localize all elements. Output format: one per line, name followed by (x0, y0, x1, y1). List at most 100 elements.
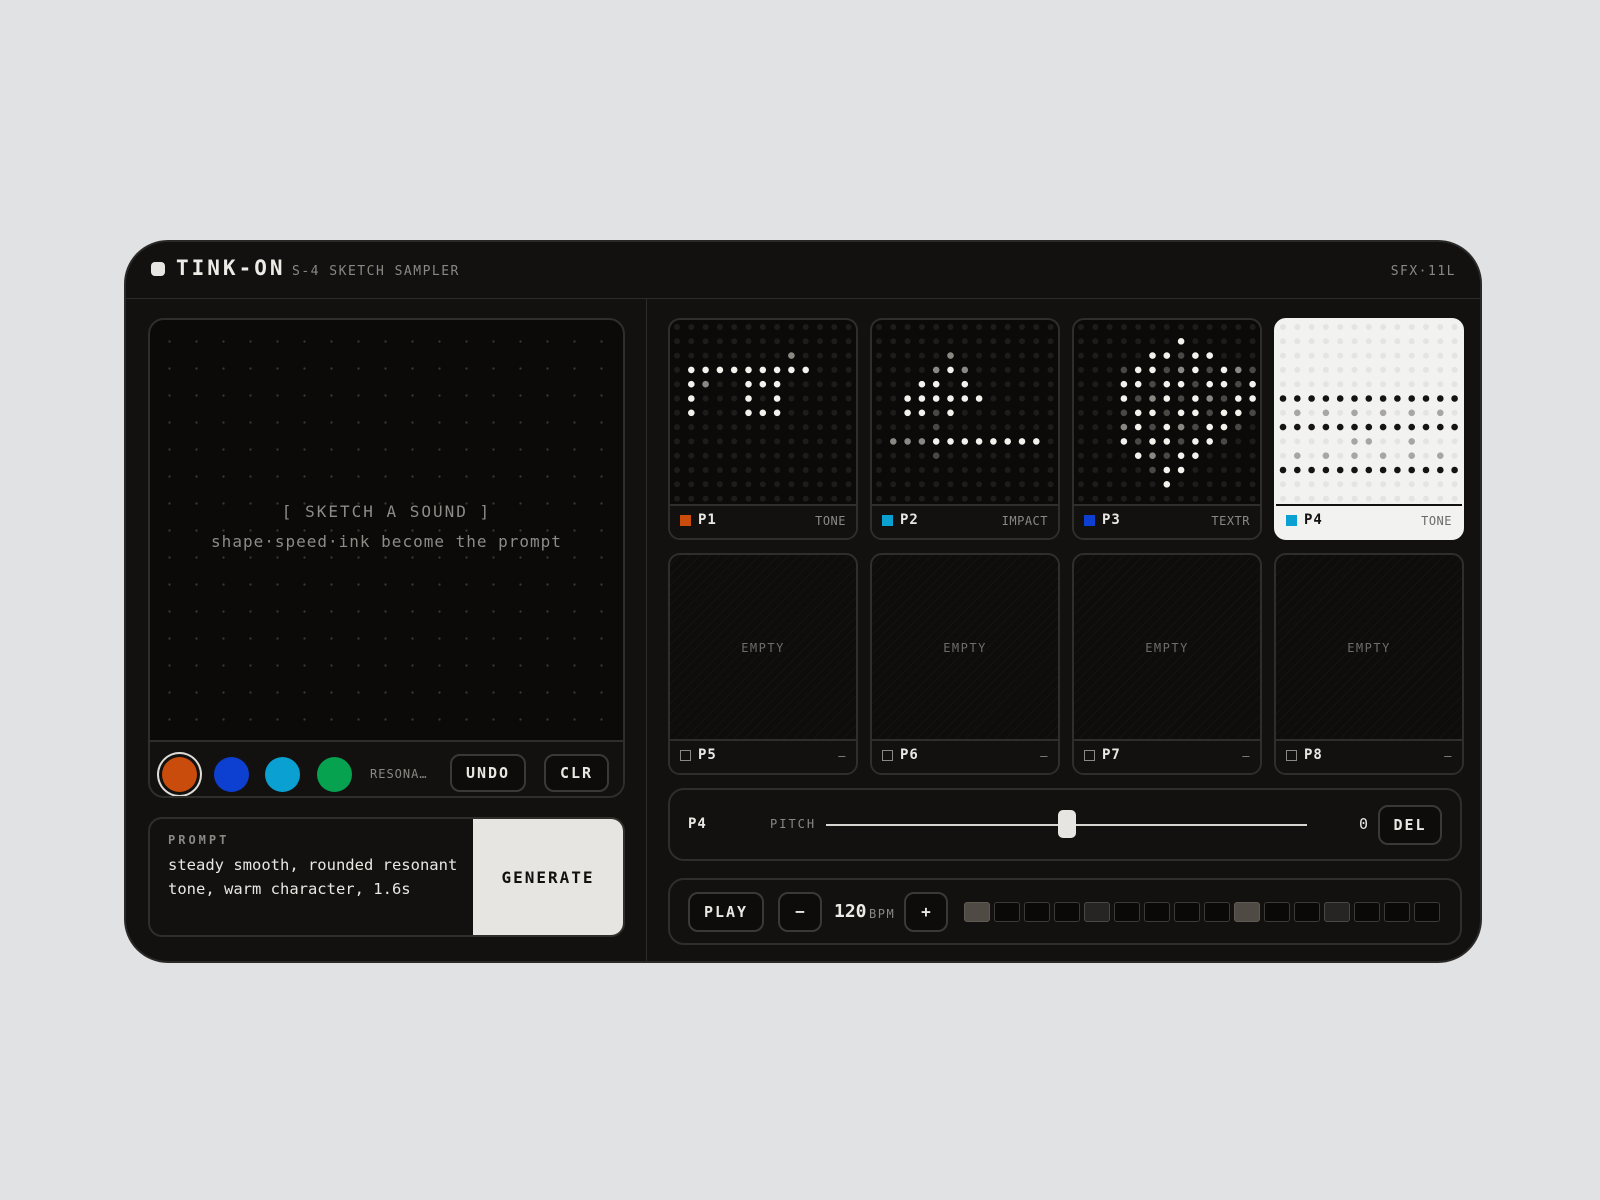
green-swatch[interactable] (317, 757, 352, 792)
step-cell[interactable] (1324, 902, 1350, 922)
pad-p4[interactable]: P4 TONE (1274, 318, 1464, 540)
waveform-dot (1033, 395, 1040, 402)
waveform-dot (1249, 495, 1256, 502)
waveform-dot (702, 380, 709, 388)
waveform-dot (1047, 438, 1054, 445)
waveform-dot (845, 324, 852, 330)
waveform-dot (1394, 495, 1401, 502)
clear-button[interactable]: CLR (544, 754, 609, 792)
step-cell[interactable] (1354, 902, 1380, 922)
pad-p7[interactable]: EMPTY P7 — (1072, 553, 1262, 775)
waveform-dot (788, 381, 795, 388)
waveform-dot (802, 424, 809, 431)
waveform-dot (745, 380, 752, 388)
step-cell[interactable] (1144, 902, 1170, 922)
waveform-dot (1249, 409, 1256, 417)
orange-swatch[interactable] (162, 757, 197, 792)
waveform-dot (702, 395, 709, 402)
play-button[interactable]: PLAY (688, 892, 764, 932)
waveform-dot (1337, 409, 1344, 416)
waveform-dot (759, 324, 766, 330)
waveform-dot (745, 452, 752, 459)
waveform-dot (731, 424, 738, 431)
waveform-dot (1235, 409, 1242, 417)
waveform-dot (759, 452, 766, 459)
waveform-dot (1134, 366, 1142, 374)
step-cell[interactable] (1084, 902, 1110, 922)
step-cell[interactable] (1234, 902, 1260, 922)
pitch-slider-thumb[interactable] (1057, 810, 1076, 838)
step-cell[interactable] (1114, 902, 1140, 922)
waveform-dot (1177, 395, 1185, 402)
waveform-dot (1408, 324, 1415, 330)
undo-button[interactable]: UNDO (450, 754, 526, 792)
waveform-dot (1206, 452, 1213, 459)
step-cell[interactable] (1174, 902, 1200, 922)
generate-button[interactable]: GENERATE (473, 819, 623, 935)
color-label: RESONA… (370, 767, 428, 781)
sketch-canvas[interactable]: [ SKETCH A SOUND ] shape·speed·ink becom… (150, 320, 623, 740)
waveform-dot (774, 452, 781, 459)
waveform-dot (1149, 495, 1156, 502)
waveform-dot (1177, 409, 1185, 417)
waveform-dot (716, 395, 723, 402)
waveform-dot (702, 495, 709, 502)
waveform-dot (788, 324, 795, 330)
bpm-decrease-button[interactable]: − (778, 892, 822, 932)
waveform-dot (702, 352, 709, 359)
pad-p1-waveform (674, 324, 852, 502)
bpm-increase-button[interactable]: + (904, 892, 948, 932)
pad-p8[interactable]: EMPTY P8 — (1274, 553, 1464, 775)
waveform-dot (961, 395, 969, 402)
waveform-dot (674, 324, 680, 330)
waveform-dot (890, 409, 897, 416)
empty-label: EMPTY (1347, 641, 1391, 655)
waveform-dot (1163, 481, 1171, 488)
waveform-dot (1280, 495, 1286, 502)
waveform-dot (1235, 481, 1242, 488)
pad-p1[interactable]: P1 TONE (668, 318, 858, 540)
step-cell[interactable] (964, 902, 990, 922)
waveform-dot (788, 467, 795, 473)
waveform-dot (1149, 395, 1156, 402)
waveform-dot (918, 481, 925, 488)
step-cell[interactable] (1054, 902, 1080, 922)
canvas-title: [ SKETCH A SOUND ] (281, 502, 492, 521)
waveform-dot (1408, 481, 1415, 488)
pad-p2[interactable]: P2 IMPACT (870, 318, 1060, 540)
waveform-dot (716, 338, 723, 345)
waveform-dot (1078, 338, 1084, 345)
step-cell[interactable] (1384, 902, 1410, 922)
blue-swatch[interactable] (214, 757, 249, 792)
waveform-dot (716, 409, 723, 416)
waveform-dot (1177, 423, 1185, 431)
waveform-dot (759, 338, 766, 345)
pad-p6[interactable]: EMPTY P6 — (870, 553, 1060, 775)
pad-color-chip (882, 515, 893, 526)
waveform-dot (688, 481, 695, 488)
waveform-dot (1235, 380, 1242, 388)
step-cell[interactable] (1414, 902, 1440, 922)
waveform-dot (1279, 423, 1287, 431)
waveform-dot (947, 338, 954, 345)
pad-p3[interactable]: P3 TEXTR (1072, 318, 1262, 540)
waveform-dot (1308, 338, 1315, 345)
waveform-dot (1206, 338, 1213, 345)
delete-button[interactable]: DEL (1378, 805, 1442, 845)
waveform-dot (831, 495, 838, 502)
waveform-dot (1451, 395, 1458, 402)
step-cell[interactable] (1264, 902, 1290, 922)
cyan-swatch[interactable] (265, 757, 300, 792)
step-cell[interactable] (1024, 902, 1050, 922)
waveform-dot (688, 324, 695, 330)
prompt-text[interactable]: steady smooth, rounded resonant tone, wa… (168, 853, 458, 901)
waveform-dot (745, 495, 752, 502)
pad-p5[interactable]: EMPTY P5 — (668, 553, 858, 775)
bpm-value: 120 (834, 901, 867, 922)
step-cell[interactable] (1294, 902, 1320, 922)
waveform-dot (904, 481, 911, 488)
waveform-dot (716, 366, 724, 374)
step-cell[interactable] (994, 902, 1020, 922)
waveform-dot (961, 338, 968, 345)
step-cell[interactable] (1204, 902, 1230, 922)
